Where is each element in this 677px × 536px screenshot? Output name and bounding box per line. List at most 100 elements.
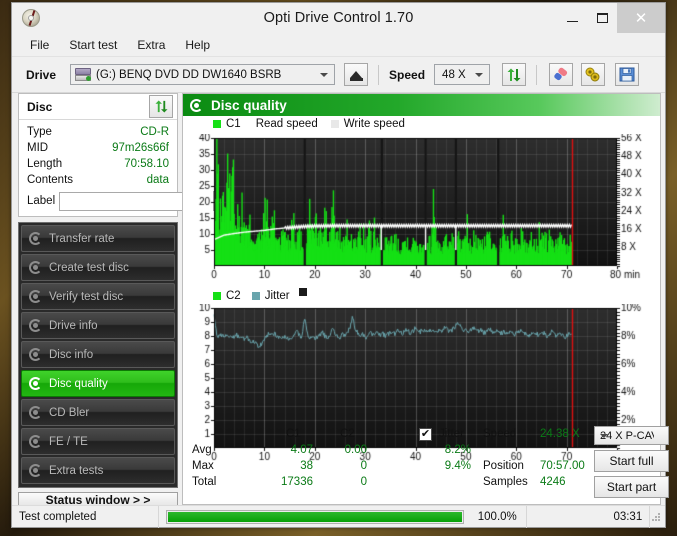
c1-chart: [188, 134, 653, 284]
refresh-icon: [154, 100, 168, 113]
stat-jitter-max: 9.4%: [444, 460, 471, 472]
stat-col-c2: C2: [340, 428, 355, 440]
status-bar: Test completed 100.0% 03:31: [12, 505, 665, 528]
disc-refresh-button[interactable]: [149, 95, 173, 118]
eject-icon: [350, 70, 363, 78]
menu-item-extra[interactable]: Extra: [128, 35, 174, 55]
progress-percent: 100.0%: [477, 510, 517, 523]
start-full-button[interactable]: Start full: [594, 450, 669, 472]
disc-mid-value: 97m26s66f: [112, 142, 169, 154]
disc-quality-panel: Disc quality C1 Read speed Write speed C…: [182, 93, 669, 505]
charts-area: C1 Read speed Write speed C2 Jitter: [183, 116, 660, 466]
disc-mid-label: MID: [27, 142, 49, 154]
menu-item-file[interactable]: File: [21, 35, 58, 55]
disc-icon: [29, 232, 42, 245]
chevron-down-icon: [600, 433, 608, 438]
disc-quality-icon: [190, 98, 203, 112]
legend-label-c2: C2: [226, 289, 241, 302]
sidebar-item-extra-tests[interactable]: Extra tests: [21, 457, 175, 484]
sidebar-item-label: Transfer rate: [49, 232, 115, 245]
app-icon: [20, 7, 42, 29]
chevron-down-icon: [320, 72, 329, 77]
bitsetting-icon: [585, 67, 600, 81]
stat-jitter-avg: 8.2%: [444, 444, 471, 456]
samples-stat-value: 4246: [540, 476, 566, 488]
toolbar: Drive (G:) BENQ DVD DD DW1640 BSRB Speed…: [12, 57, 665, 93]
erase-button[interactable]: [549, 63, 574, 86]
eject-button[interactable]: [344, 63, 369, 86]
menu-bar: File Start test Extra Help: [12, 33, 665, 57]
legend-swatch-c1: [213, 120, 221, 128]
sidebar-item-verify-test-disc[interactable]: Verify test disc: [21, 283, 175, 310]
disc-info-panel: Disc Type CD-R MID 97m26s66f Length 70:5…: [18, 93, 230, 217]
disc-length-label: Length: [27, 158, 63, 170]
disc-icon: [29, 348, 42, 361]
drive-select-value: (G:) BENQ DVD DD DW1640 BSRB: [96, 68, 282, 81]
stat-col-c1: C1: [286, 428, 301, 440]
sidebar-item-transfer-rate[interactable]: Transfer rate: [21, 225, 175, 252]
progress-bar-fill: [167, 511, 462, 522]
disc-info-rows: Type CD-R MID 97m26s66f Length 70:58.10 …: [19, 120, 230, 216]
jitter-checkbox[interactable]: ✔: [419, 428, 432, 441]
sidebar-item-cd-bler[interactable]: CD Bler: [21, 399, 175, 426]
floppy-save-icon: [619, 67, 635, 82]
c1-chart-legend: C1 Read speed Write speed: [213, 118, 405, 130]
resize-grip[interactable]: [650, 511, 662, 523]
position-stat-label: Position: [483, 460, 524, 472]
menu-item-start-test[interactable]: Start test: [60, 35, 126, 55]
disc-label-label: Label: [27, 195, 56, 207]
samples-stat-label: Samples: [483, 476, 528, 488]
bitsetting-button[interactable]: [581, 63, 606, 86]
disc-icon: [29, 464, 42, 477]
disc-icon: [29, 435, 42, 448]
disc-row-length: Length 70:58.10: [27, 156, 169, 172]
disc-contents-label: Contents: [27, 174, 74, 186]
disc-icon: [29, 319, 42, 332]
save-button[interactable]: [615, 63, 640, 86]
sidebar-item-fe-te[interactable]: FE / TE: [21, 428, 175, 455]
sidebar-item-drive-info[interactable]: Drive info: [21, 312, 175, 339]
test-speed-select[interactable]: 24 X P-CAV: [594, 426, 669, 445]
sidebar-item-disc-info[interactable]: Disc info: [21, 341, 175, 368]
speed-stat-value: 24.38 X: [540, 428, 580, 440]
window-controls: ✕: [557, 3, 665, 33]
sidebar-item-label: CD Bler: [49, 406, 90, 419]
drive-label: Drive: [26, 67, 57, 82]
close-button[interactable]: ✕: [617, 3, 665, 33]
stat-row-total: Total: [192, 476, 217, 488]
disc-contents-value: data: [146, 174, 169, 186]
stat-c1-avg: 4.07: [290, 444, 313, 456]
disc-length-value: 70:58.10: [124, 158, 169, 170]
page-title: Disc quality: [211, 97, 287, 113]
disc-row-type: Type CD-R: [27, 124, 169, 140]
test-speed-select-value: 24 X P-CAV: [600, 429, 654, 442]
stat-c1-max: 38: [300, 460, 313, 472]
progress-bar: [165, 509, 464, 524]
menu-item-help[interactable]: Help: [176, 35, 219, 55]
application-window: Opti Drive Control 1.70 ✕ File Start tes…: [11, 2, 669, 528]
speed-select[interactable]: 48 X: [434, 64, 491, 85]
speed-select-value: 48 X: [442, 68, 466, 81]
position-stat-value: 70:57.00: [540, 460, 585, 472]
legend-swatch-jitter: [251, 291, 260, 300]
toolbar-divider: [378, 64, 380, 85]
disc-row-mid: MID 97m26s66f: [27, 140, 169, 156]
status-message: Test completed: [19, 510, 97, 523]
drive-select[interactable]: (G:) BENQ DVD DD DW1640 BSRB: [70, 64, 336, 85]
maximize-button[interactable]: [587, 3, 617, 33]
stat-c2-total: 0: [360, 476, 367, 488]
sidebar-item-label: FE / TE: [49, 435, 88, 448]
disc-type-label: Type: [27, 126, 52, 138]
speed-label: Speed: [389, 67, 426, 82]
main-body: Disc Type CD-R MID 97m26s66f Length 70:5…: [12, 93, 669, 508]
disc-type-value: CD-R: [140, 126, 169, 138]
minimize-button[interactable]: [557, 3, 587, 33]
stat-row-avg: Avg: [192, 444, 212, 456]
start-part-button[interactable]: Start part: [594, 476, 669, 498]
sidebar-item-create-test-disc[interactable]: Create test disc: [21, 254, 175, 281]
legend-label-jitter: Jitter: [264, 289, 290, 302]
refresh-button[interactable]: [502, 63, 527, 86]
eraser-icon: [554, 67, 568, 80]
left-sidebar: Disc Type CD-R MID 97m26s66f Length 70:5…: [18, 93, 230, 508]
sidebar-item-disc-quality[interactable]: Disc quality: [21, 370, 175, 397]
